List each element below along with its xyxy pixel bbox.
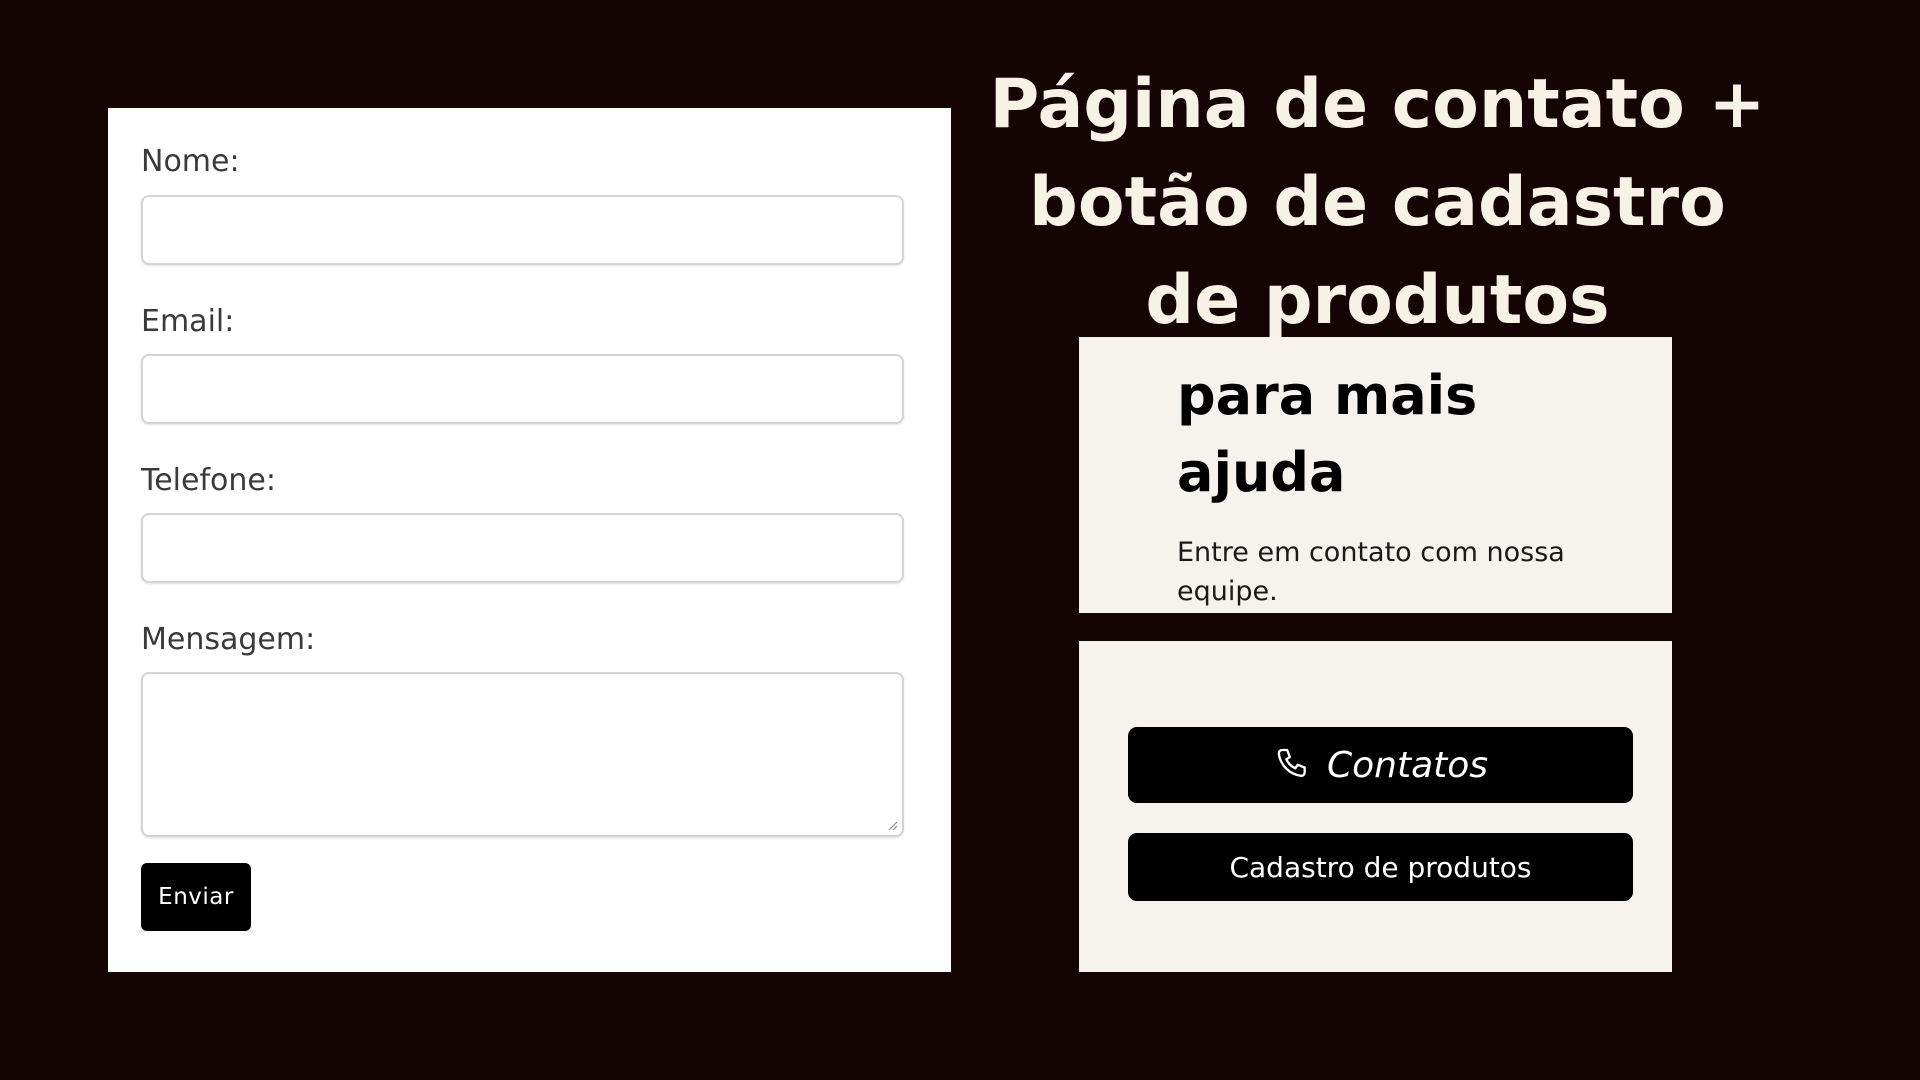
help-card: para mais ajuda Entre em contato com nos… xyxy=(1079,337,1672,613)
contact-form: Nome: Email: Telefone: Mensagem: Enviar xyxy=(108,108,951,972)
name-label: Nome: xyxy=(141,144,240,179)
phone-icon xyxy=(1273,745,1313,785)
message-textarea[interactable] xyxy=(141,672,904,837)
contacts-button-label: Contatos xyxy=(1326,744,1489,786)
phone-input[interactable] xyxy=(141,513,904,583)
send-button[interactable]: Enviar xyxy=(141,863,251,931)
contacts-button[interactable]: Contatos xyxy=(1128,727,1633,803)
actions-card: Contatos Cadastro de produtos xyxy=(1079,641,1672,972)
phone-label: Telefone: xyxy=(141,463,276,498)
page-title: Página de contato + botão de cadastro de… xyxy=(989,65,1766,340)
email-input[interactable] xyxy=(141,354,904,424)
help-text: Entre em contato com nossa equipe. xyxy=(1177,537,1565,607)
resize-handle-icon[interactable] xyxy=(886,819,898,831)
product-register-button[interactable]: Cadastro de produtos xyxy=(1128,833,1633,901)
name-input[interactable] xyxy=(141,195,904,265)
email-label: Email: xyxy=(141,304,235,339)
help-heading: para mais ajuda xyxy=(1177,364,1478,504)
message-label: Mensagem: xyxy=(141,622,316,657)
